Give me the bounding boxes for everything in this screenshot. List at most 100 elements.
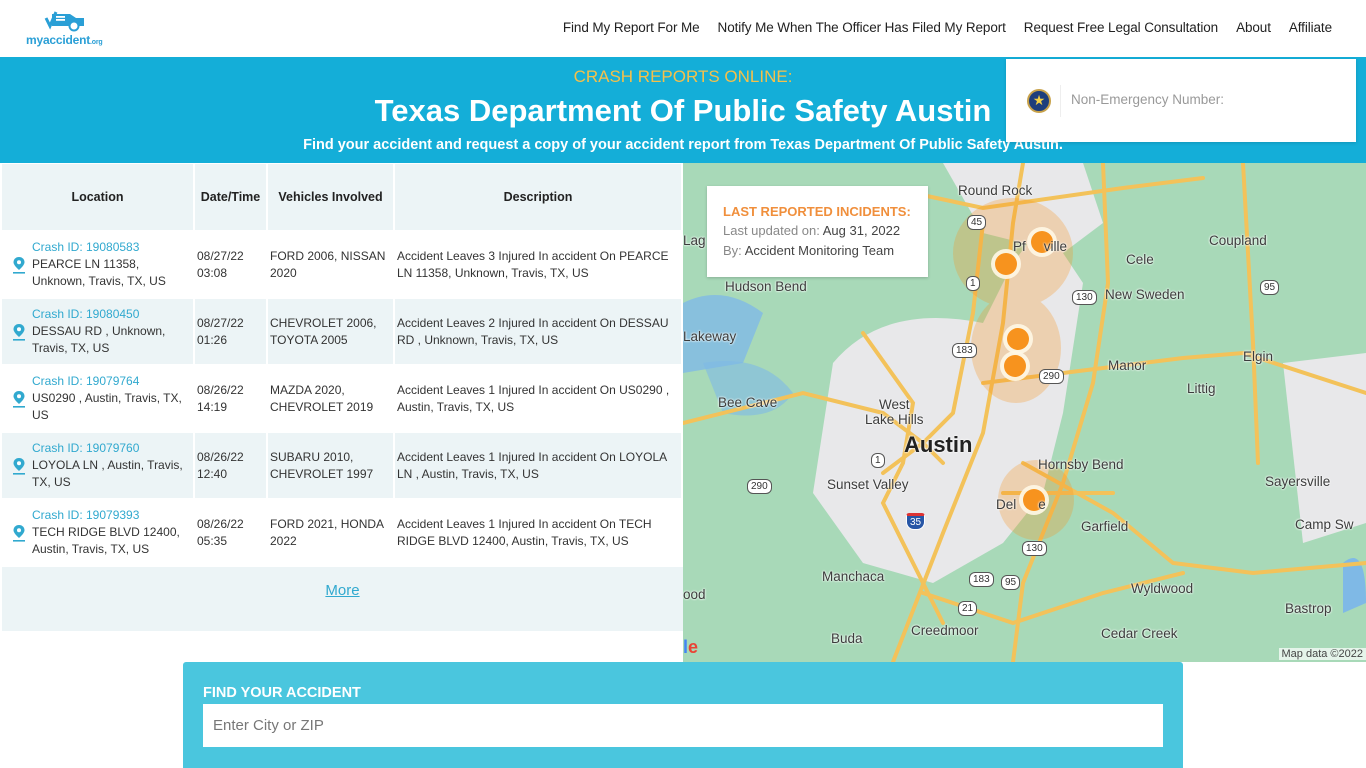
highway-shield: 1 <box>966 276 980 291</box>
location-cell: Crash ID: 19080450 DESSAU RD , Unknown, … <box>2 299 193 364</box>
map-attribution[interactable]: Map data ©2022 <box>1278 648 1366 660</box>
incident-marker[interactable] <box>995 253 1017 275</box>
crash-id-link[interactable]: Crash ID: 19080450 <box>32 306 191 323</box>
map-place-label: Manor <box>1108 358 1147 373</box>
column-header-description: Description <box>395 164 681 230</box>
table-row: Crash ID: 19079393 TECH RIDGE BLVD 12400… <box>2 500 681 565</box>
highway-shield: 45 <box>967 215 987 230</box>
city-zip-search-input[interactable] <box>203 704 1163 747</box>
map-pin-icon <box>13 457 25 475</box>
location-cell: Crash ID: 19080583 PEARCE LN 11358, Unkn… <box>2 232 193 297</box>
location-cell: Crash ID: 19079760 LOYOLA LN , Austin, T… <box>2 433 193 498</box>
location-cell: Crash ID: 19079764 US0290 , Austin, Trav… <box>2 366 193 431</box>
column-header-datetime: Date/Time <box>195 164 266 230</box>
crash-id-link[interactable]: Crash ID: 19080583 <box>32 239 191 256</box>
logo-text: myaccident.org <box>26 33 103 47</box>
map-place-label: Pf ville <box>1013 239 1068 254</box>
map-pin-icon <box>13 390 25 408</box>
map-pin-icon <box>13 256 25 274</box>
datetime-cell: 08/26/22 14:19 <box>197 382 244 414</box>
nav-legal-consultation[interactable]: Request Free Legal Consultation <box>1024 20 1218 35</box>
datetime-cell: 08/27/22 03:08 <box>197 248 244 280</box>
location-text: PEARCE LN 11358, Unknown, Travis, TX, US <box>32 257 166 288</box>
map-place-label: Round Rock <box>958 183 1033 198</box>
map-place-label: Hudson Bend <box>725 279 807 294</box>
vehicles-cell: SUBARU 2010, CHEVROLET 1997 <box>268 433 393 498</box>
map-place-label: Wyldwood <box>1131 581 1194 596</box>
map-place-label: Garfield <box>1081 519 1129 534</box>
highway-shield-i35: 35 <box>906 513 926 530</box>
incident-marker[interactable] <box>1007 328 1029 350</box>
datetime-cell: 08/27/22 01:26 <box>195 299 266 364</box>
crash-id-link[interactable]: Crash ID: 19079760 <box>32 440 191 457</box>
map-place-label: Hornsby Bend <box>1038 457 1124 472</box>
top-navigation-bar: myaccident.org Find My Report For Me Not… <box>0 0 1366 57</box>
more-link[interactable]: More <box>2 582 683 599</box>
description-cell: Accident Leaves 1 Injured In accident On… <box>397 516 652 548</box>
map-pin-icon <box>13 524 25 542</box>
map-place-label: Littig <box>1187 381 1216 396</box>
column-header-vehicles: Vehicles Involved <box>268 164 393 230</box>
vehicles-cell: FORD 2021, HONDA 2022 <box>270 516 384 548</box>
datetime-cell: 08/26/22 12:40 <box>195 433 266 498</box>
main-nav: Find My Report For Me Notify Me When The… <box>563 20 1332 35</box>
table-row: Crash ID: 19080583 PEARCE LN 11358, Unkn… <box>2 232 681 297</box>
non-emergency-label: Non-Emergency Number: <box>1071 92 1225 107</box>
nav-affiliate[interactable]: Affiliate <box>1289 20 1332 35</box>
incidents-card-title: LAST REPORTED INCIDENTS: <box>723 204 911 219</box>
highway-shield: 130 <box>1022 541 1047 556</box>
car-report-logo-icon <box>44 11 84 32</box>
location-text: DESSAU RD , Unknown, Travis, TX, US <box>32 324 166 355</box>
crash-id-link[interactable]: Crash ID: 19079393 <box>32 507 191 524</box>
crash-reports-table: Location Date/Time Vehicles Involved Des… <box>0 163 683 631</box>
map-place-label: Sunset Valley <box>827 477 909 492</box>
map-place-label: Camp Sw <box>1295 517 1354 532</box>
highway-shield: 130 <box>1072 290 1097 305</box>
location-cell: Crash ID: 19079393 TECH RIDGE BLVD 12400… <box>2 500 193 565</box>
highway-shield: 290 <box>747 479 772 494</box>
vehicles-cell: MAZDA 2020, CHEVROLET 2019 <box>270 382 374 414</box>
description-cell: Accident Leaves 1 Injured In accident On… <box>395 433 681 498</box>
map-place-label: West Lake Hills <box>865 397 924 427</box>
more-row: More <box>2 567 683 631</box>
google-logo-fragment: le <box>683 637 699 657</box>
crash-id-link[interactable]: Crash ID: 19079764 <box>32 373 191 390</box>
map-place-label: Coupland <box>1209 233 1267 248</box>
find-accident-title: FIND YOUR ACCIDENT <box>203 685 361 701</box>
location-text: US0290 , Austin, Travis, TX, US <box>32 391 182 422</box>
datetime-cell: 08/26/22 05:35 <box>197 516 244 548</box>
vehicles-cell: CHEVROLET 2006, TOYOTA 2005 <box>268 299 393 364</box>
map-place-label: Bastrop <box>1285 601 1332 616</box>
highway-shield: 183 <box>969 572 994 587</box>
incident-marker[interactable] <box>1004 355 1026 377</box>
myaccident-logo[interactable]: myaccident.org <box>26 8 106 48</box>
description-cell: Accident Leaves 1 Injured In accident On… <box>397 382 670 414</box>
highway-shield: 290 <box>1039 369 1064 384</box>
table-row: Crash ID: 19079764 US0290 , Austin, Trav… <box>2 366 681 431</box>
map-place-label: Lakeway <box>683 329 737 344</box>
last-updated: Last updated on: Aug 31, 2022 <box>723 223 901 238</box>
map-place-label: ood <box>683 587 706 602</box>
nav-find-my-report[interactable]: Find My Report For Me <box>563 20 700 35</box>
nav-about[interactable]: About <box>1236 20 1271 35</box>
highway-shield: 95 <box>1260 280 1280 295</box>
highway-shield: 95 <box>1001 575 1021 590</box>
highway-shield: 21 <box>958 601 978 616</box>
non-emergency-card: ★ Non-Emergency Number: <box>1006 59 1356 142</box>
map-place-label: Cedar Creek <box>1101 626 1178 641</box>
last-reported-incidents-card: LAST REPORTED INCIDENTS: Last updated on… <box>707 186 928 277</box>
table-row: Crash ID: 19080450 DESSAU RD , Unknown, … <box>2 299 681 364</box>
highway-shield: 183 <box>952 343 977 358</box>
road-95 <box>1241 163 1260 465</box>
table-row: Crash ID: 19079760 LOYOLA LN , Austin, T… <box>2 433 681 498</box>
map-place-label: Lag <box>683 233 706 248</box>
map-pin-icon <box>13 323 25 341</box>
nav-notify-me[interactable]: Notify Me When The Officer Has Filed My … <box>718 20 1006 35</box>
column-header-location: Location <box>2 164 193 230</box>
updated-by: By: Accident Monitoring Team <box>723 243 895 258</box>
find-your-accident-panel: FIND YOUR ACCIDENT <box>183 662 1183 768</box>
map-place-label: Elgin <box>1243 349 1274 364</box>
map-place-label: Bee Cave <box>718 395 778 410</box>
highway-shield: 1 <box>871 453 885 468</box>
map-place-label: Manchaca <box>822 569 885 584</box>
